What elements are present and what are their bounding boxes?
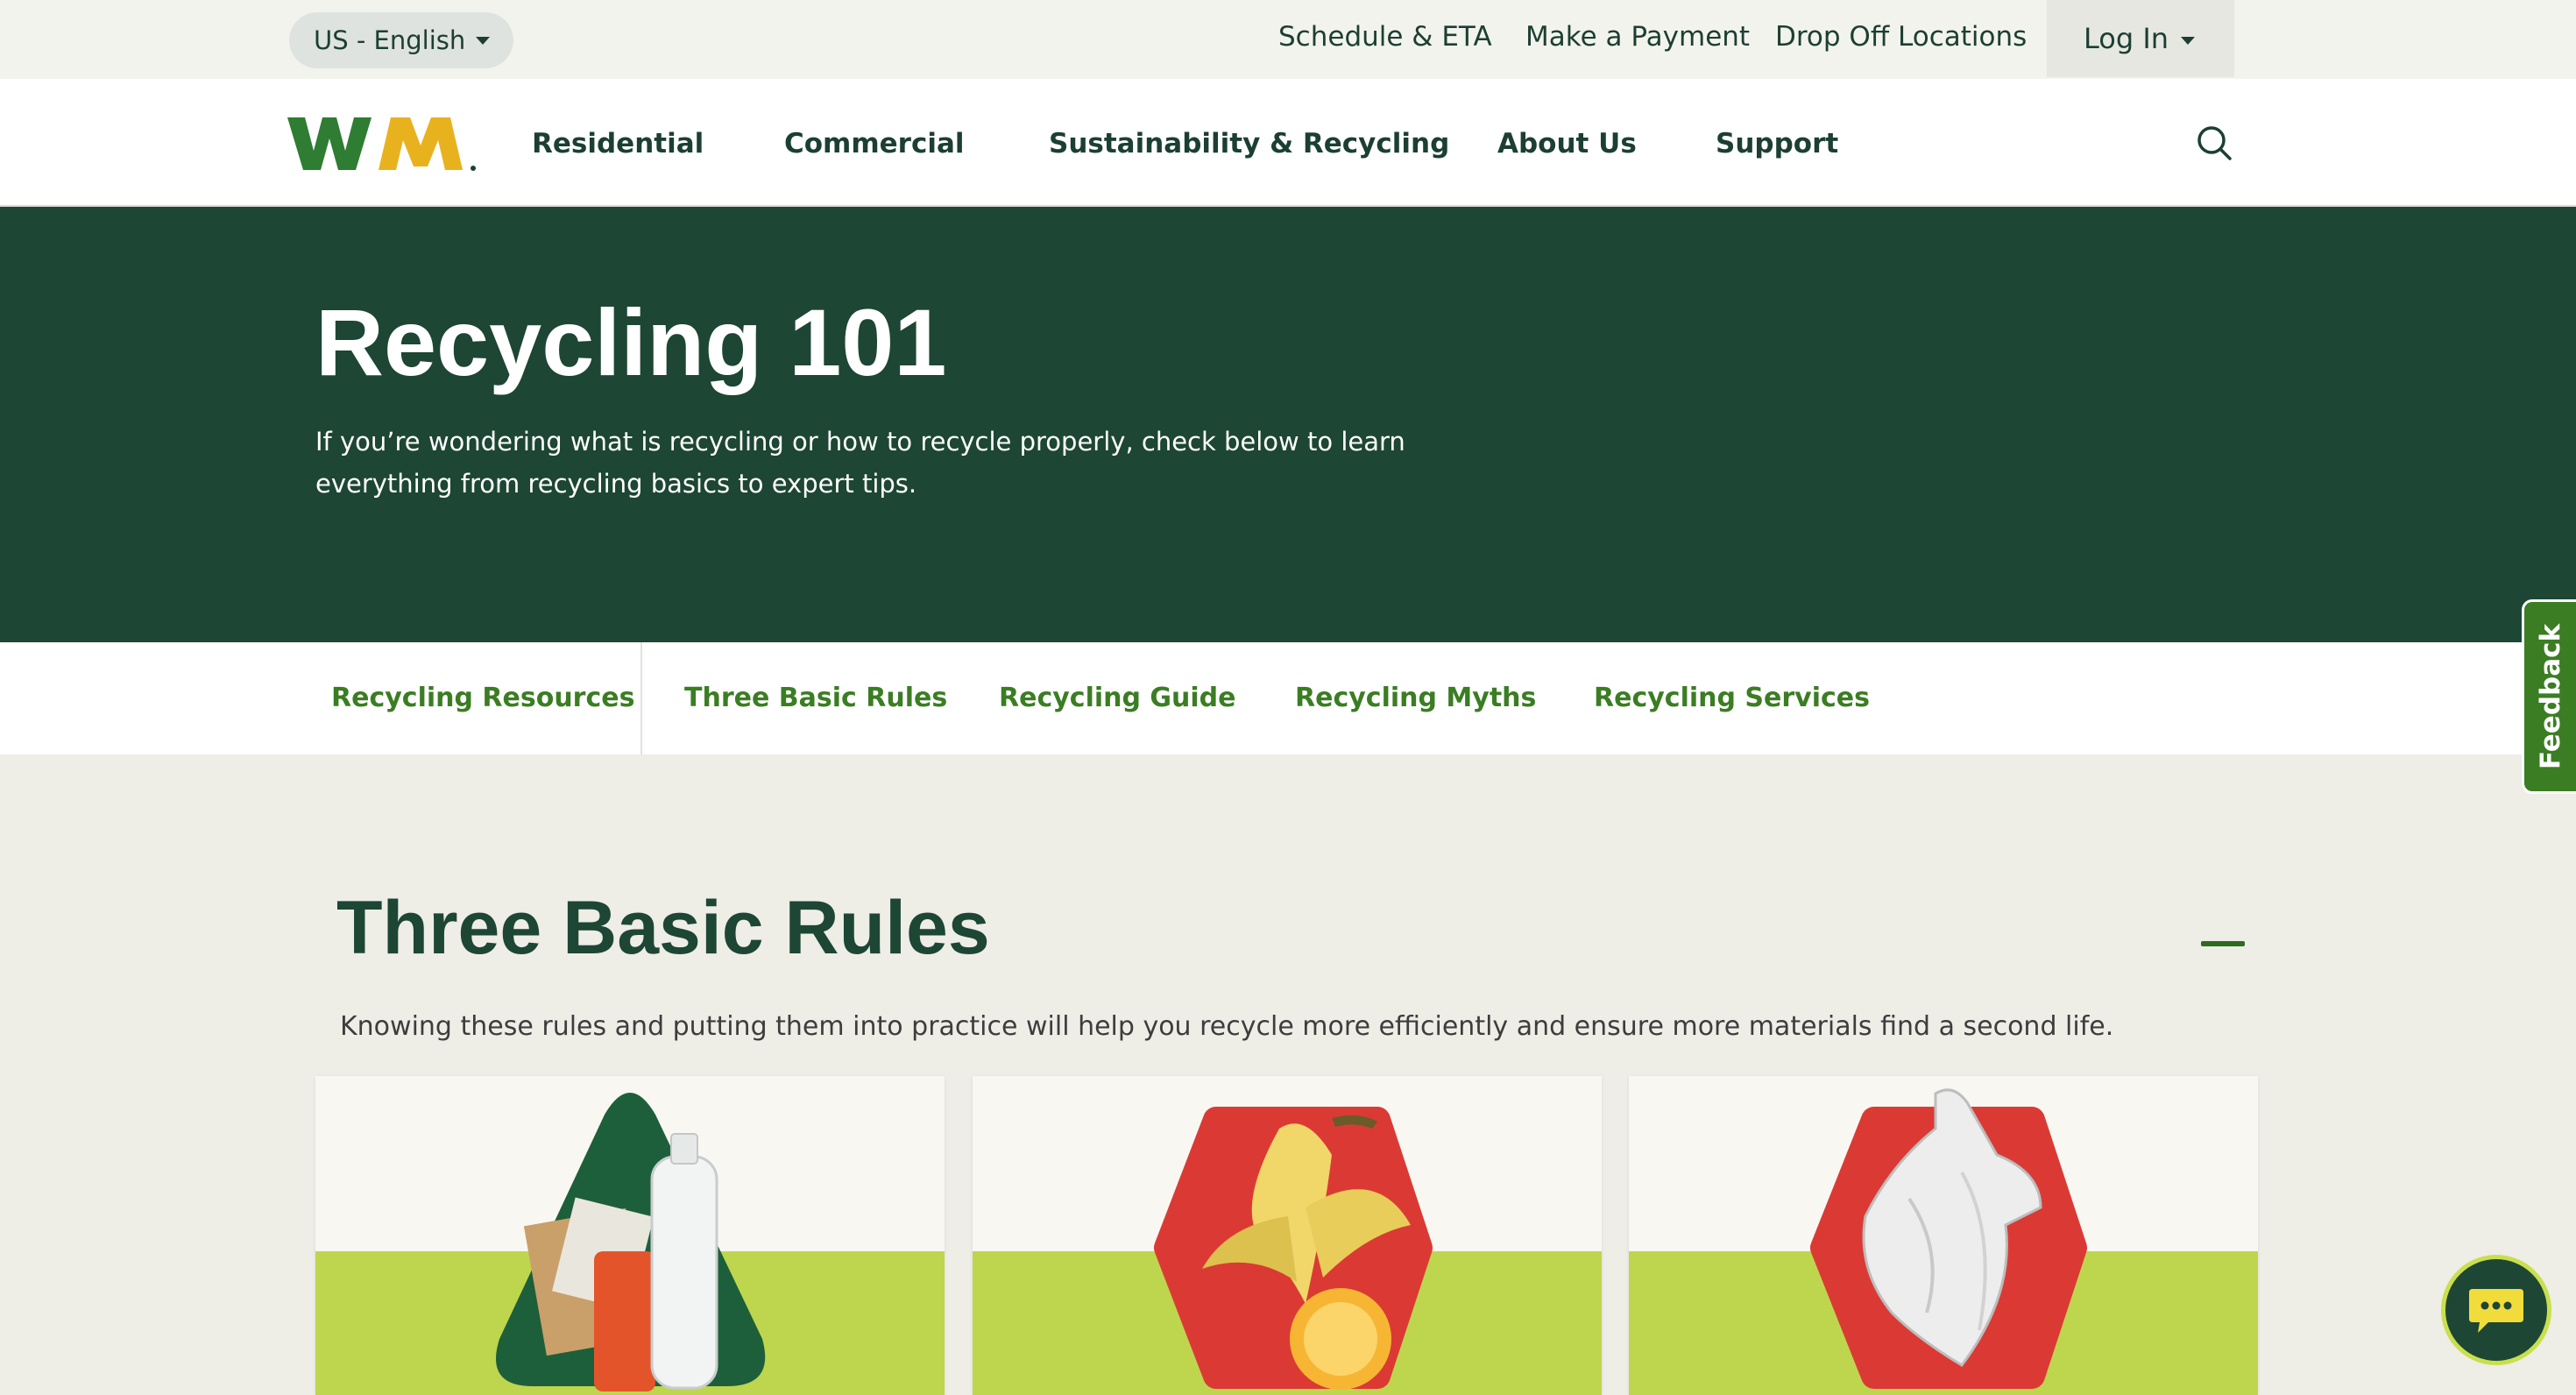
tab-recycling-guide[interactable]: Recycling Guide xyxy=(999,683,1236,713)
main-navigation: Residential Commercial Sustainability & … xyxy=(0,79,2576,207)
nav-commercial[interactable]: Commercial xyxy=(784,128,965,159)
section-title: Three Basic Rules xyxy=(336,886,990,970)
nav-support[interactable]: Support xyxy=(1716,128,1838,159)
rule-card-recycle[interactable] xyxy=(315,1076,945,1395)
page-title: Recycling 101 xyxy=(315,289,947,395)
food-waste-hexagon-icon xyxy=(1154,1107,1433,1390)
login-label: Log In xyxy=(2084,22,2169,55)
section-tabs: Recycling Resources Three Basic Rules Re… xyxy=(0,642,2576,754)
hero-description: If you’re wondering what is recycling or… xyxy=(315,427,1405,499)
plastic-bag-hexagon-icon xyxy=(1810,1088,2087,1389)
rule-card-plastic-bags[interactable] xyxy=(1629,1076,2258,1395)
tab-recycling-resources[interactable]: Recycling Resources xyxy=(331,683,634,713)
caret-down-icon xyxy=(476,36,491,45)
nav-about-us[interactable]: About Us xyxy=(1497,128,1637,159)
language-label: US - English xyxy=(314,25,466,55)
nav-sustainability-recycling[interactable]: Sustainability & Recycling xyxy=(1049,128,1449,159)
tab-three-basic-rules[interactable]: Three Basic Rules xyxy=(684,683,947,713)
schedule-eta-link[interactable]: Schedule & ETA xyxy=(1278,21,1492,53)
hero-banner: Recycling 101 If you’re wondering what i… xyxy=(0,207,2576,642)
section-description: Knowing these rules and putting them int… xyxy=(340,1011,2114,1042)
drop-off-locations-link[interactable]: Drop Off Locations xyxy=(1775,21,2027,53)
rule-card-food-waste[interactable] xyxy=(973,1076,1602,1395)
collapse-minus-icon[interactable] xyxy=(2201,941,2245,946)
chat-icon xyxy=(2469,1289,2523,1333)
feedback-tab[interactable]: Feedback xyxy=(2522,599,2576,794)
chat-button[interactable] xyxy=(2441,1255,2551,1365)
recyclables-triangle-icon xyxy=(495,1093,766,1391)
caret-down-icon xyxy=(2181,36,2196,45)
login-button[interactable]: Log In xyxy=(2047,0,2234,77)
nav-residential[interactable]: Residential xyxy=(532,128,704,159)
tab-recycling-services[interactable]: Recycling Services xyxy=(1594,683,1870,713)
tab-recycling-myths[interactable]: Recycling Myths xyxy=(1295,683,1536,713)
tab-divider xyxy=(640,642,642,754)
make-payment-link[interactable]: Make a Payment xyxy=(1525,21,1750,53)
wm-logo[interactable] xyxy=(287,116,478,172)
language-selector[interactable]: US - English xyxy=(289,12,513,68)
search-icon[interactable] xyxy=(2196,124,2233,161)
utility-bar: US - English Schedule & ETA Make a Payme… xyxy=(0,0,2576,79)
feedback-label: Feedback xyxy=(2534,623,2566,770)
